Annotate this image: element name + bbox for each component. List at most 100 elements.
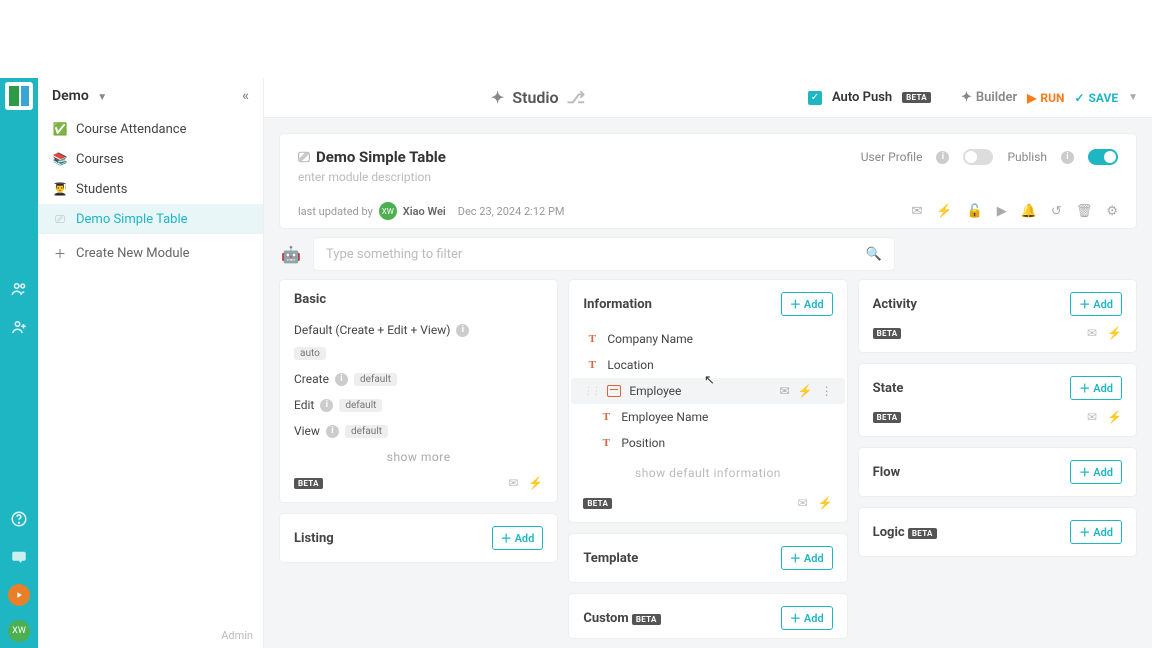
logic-card: Logic BETA＋ Add [859, 508, 1136, 556]
field-company-name[interactable]: TCompany Name [583, 326, 832, 352]
sidebar-item-label: Students [76, 182, 128, 197]
play-icon[interactable]: ▶ [997, 204, 1007, 219]
bolt-icon[interactable]: ⚡ [818, 496, 833, 510]
info-icon[interactable]: i [456, 324, 469, 337]
field-position[interactable]: TPosition [583, 430, 832, 456]
updated-by-name: Xiao Wei [403, 205, 446, 218]
collapse-icon[interactable]: « [242, 88, 249, 104]
field-employee-name[interactable]: TEmployee Name [583, 404, 832, 430]
avatar[interactable]: XW [8, 620, 30, 642]
gear-icon[interactable]: ⚙ [1106, 204, 1118, 219]
studio-label: Studio [512, 88, 558, 107]
users-icon[interactable] [8, 278, 30, 300]
card-title: Flow [873, 465, 900, 480]
user-profile-toggle[interactable] [963, 149, 993, 165]
add-button[interactable]: ＋ Add [1070, 376, 1122, 400]
sidebar-item-label: Courses [76, 152, 124, 167]
updated-at: Dec 23, 2024 2:12 PM [458, 205, 565, 218]
filter-input[interactable]: Type something to filter 🔍 [314, 238, 894, 270]
add-button[interactable]: ＋ Add [781, 546, 833, 570]
history-icon[interactable]: ↺ [1051, 204, 1062, 219]
add-button[interactable]: ＋ Add [1070, 460, 1122, 484]
sidebar-item-demo-simple-table[interactable]: ⎚ Demo Simple Table [38, 204, 263, 234]
add-button[interactable]: ＋ Add [492, 526, 544, 550]
save-dropdown-icon[interactable]: ▼ [1128, 92, 1138, 103]
default-tag: default [354, 373, 397, 386]
filter-placeholder: Type something to filter [326, 247, 462, 262]
workspace-name[interactable]: Demo ▼ [52, 88, 107, 104]
run-button[interactable]: ▶RUN [1027, 91, 1064, 105]
mail-icon[interactable]: ✉ [1087, 326, 1097, 340]
save-button[interactable]: ✓SAVE [1074, 91, 1118, 105]
mail-icon[interactable]: ✉ [798, 496, 808, 510]
bolt-icon[interactable]: ⚡ [1107, 326, 1122, 340]
logo-icon[interactable] [5, 82, 33, 110]
add-button[interactable]: ＋ Add [781, 292, 833, 316]
info-icon[interactable]: i [335, 373, 348, 386]
publish-toggle[interactable] [1088, 149, 1118, 165]
custom-card: Custom BETA ＋ Add [569, 594, 846, 638]
bell-icon[interactable]: 🔔 [1021, 204, 1037, 219]
basic-create-row[interactable]: Createidefault [294, 366, 543, 392]
field-employee[interactable]: ⋮⋮ Employee ✉⚡⋮ [571, 378, 844, 404]
sidebar-item-label: Course Attendance [76, 122, 187, 137]
card-title: Basic [294, 292, 326, 307]
basic-default-row[interactable]: Default (Create + Edit + View)i [294, 317, 543, 343]
topbar: ✦ Studio ⎇ ✓ Auto Push BETA ✦Builder ▶RU… [264, 78, 1152, 118]
bolt-icon[interactable]: ⚡ [528, 476, 543, 490]
beta-badge: BETA [583, 498, 612, 509]
bolt-icon[interactable]: ⚡ [798, 384, 813, 398]
help-icon[interactable] [8, 508, 30, 530]
app-rail: XW [0, 78, 38, 648]
sidebar-item-label: Demo Simple Table [76, 212, 188, 227]
template-card: Template ＋ Add [569, 534, 846, 582]
info-icon[interactable]: i [1061, 151, 1074, 164]
group-field-icon [607, 385, 621, 397]
field-location[interactable]: TLocation [583, 352, 832, 378]
activity-card: Activity＋ Add BETA✉⚡ [859, 280, 1136, 352]
info-icon[interactable]: i [326, 425, 339, 438]
wand-icon: ✦ [491, 88, 504, 107]
autopush-checkbox[interactable]: ✓ [808, 91, 822, 105]
add-user-icon[interactable] [8, 316, 30, 338]
mail-icon[interactable]: ✉ [508, 476, 518, 490]
info-icon[interactable]: i [936, 151, 949, 164]
bolt-icon[interactable]: ⚡ [1107, 410, 1122, 424]
show-default-info-button[interactable]: show default information [583, 456, 832, 490]
updated-by-label: last updated by [298, 205, 373, 218]
add-button[interactable]: ＋ Add [781, 606, 833, 630]
beta-badge: BETA [902, 92, 931, 103]
module-description[interactable]: enter module description [298, 170, 1118, 184]
auto-tag: auto [294, 347, 326, 360]
beta-badge: BETA [873, 328, 902, 339]
bolt-icon[interactable]: ⚡ [936, 204, 952, 219]
builder-button[interactable]: ✦Builder [961, 90, 1017, 105]
add-button[interactable]: ＋ Add [1070, 292, 1122, 316]
sidebar-create-module[interactable]: ＋Create New Module [38, 238, 263, 268]
state-card: State＋ Add BETA✉⚡ [859, 364, 1136, 436]
sliders-icon: ⎚ [52, 211, 68, 227]
trash-icon[interactable]: 🗑 [1076, 204, 1093, 219]
autopush-label: Auto Push [832, 90, 892, 105]
mail-icon[interactable]: ✉ [780, 384, 790, 398]
basic-edit-row[interactable]: Editidefault [294, 392, 543, 418]
info-icon[interactable]: i [320, 399, 333, 412]
drag-handle-icon[interactable]: ⋮⋮ [583, 386, 599, 397]
lock-icon[interactable]: 🔓 [967, 204, 983, 219]
mail-icon[interactable]: ✉ [1087, 410, 1097, 424]
sidebar-item-course-attendance[interactable]: ✅ Course Attendance [38, 114, 263, 144]
show-more-button[interactable]: show more [294, 444, 543, 470]
discord-icon[interactable] [8, 546, 30, 568]
checkbox-icon: ✅ [52, 121, 68, 137]
sidebar-item-courses[interactable]: 📚Courses [38, 144, 263, 174]
sidebar-item-students[interactable]: 👨‍🎓Students [38, 174, 263, 204]
ai-icon[interactable]: 🤖 [280, 243, 302, 265]
add-button[interactable]: ＋ Add [1070, 520, 1122, 544]
mail-icon[interactable]: ✉ [911, 204, 922, 219]
play-icon[interactable] [8, 584, 30, 606]
basic-view-row[interactable]: Viewidefault [294, 418, 543, 444]
card-title: Listing [294, 531, 334, 546]
branch-icon[interactable]: ⎇ [567, 88, 585, 107]
more-icon[interactable]: ⋮ [821, 384, 833, 398]
flow-card: Flow ＋ Add [859, 448, 1136, 496]
